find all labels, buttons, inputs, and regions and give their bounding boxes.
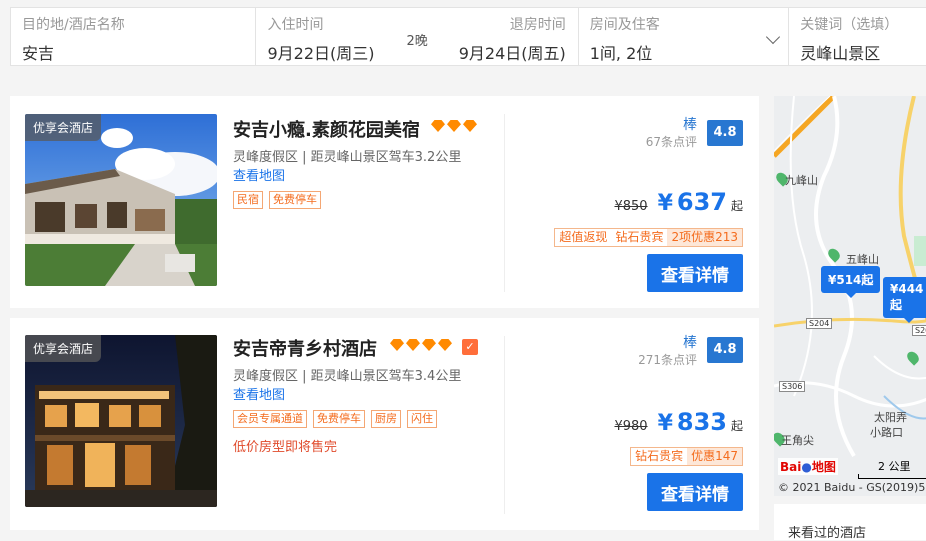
promo-tag: 超值返现 <box>559 230 608 244</box>
hotel-name[interactable]: 安吉帝青乡村酒店 <box>233 335 377 361</box>
hotel-tags: 会员专属通道 免费停车 厨房 闪住 <box>233 410 437 428</box>
hotel-tag: 厨房 <box>371 410 401 428</box>
checkout-value[interactable]: 9月24日(周五) <box>459 44 566 64</box>
hotel-location: 灵峰度假区 | 距灵峰山景区驾车3.4公里 <box>233 369 462 384</box>
review-count[interactable]: 271条点评 <box>638 351 697 368</box>
score-word: 棒 <box>683 117 697 133</box>
divider <box>504 114 505 292</box>
price-suffix: 起 <box>730 199 743 213</box>
diamond-icon <box>422 339 436 351</box>
destination-field[interactable]: 目的地/酒店名称 安吉 <box>11 8 257 65</box>
diamond-icon <box>390 339 404 351</box>
low-stock-notice: 低价房型即将售完 <box>233 440 338 455</box>
viewed-hotels-title: 来看过的酒店 <box>788 526 867 541</box>
diamond-icon <box>406 339 420 351</box>
price: 637 <box>676 188 727 216</box>
price-pin[interactable]: ¥514起 <box>821 266 881 298</box>
diamond-rating <box>431 120 477 132</box>
logo-text: 地图 <box>811 460 836 474</box>
map-scale-bar <box>858 474 926 479</box>
checkout-group[interactable]: 退房时间 9月24日(周五) <box>459 17 566 64</box>
price-suffix: 起 <box>730 419 743 433</box>
keyword-value[interactable]: 灵峰山景区 <box>800 44 926 64</box>
hotel-tags: 民宿 免费停车 <box>233 191 321 209</box>
hotel-list: 优享会酒店 安吉小瘾.素颜花园美宿 灵峰度假区 | 距灵峰山景区驾车3.2公里 … <box>10 96 759 540</box>
score-badge: 4.8 <box>707 337 743 363</box>
nights-count: 2晚 <box>406 34 428 49</box>
score-badge: 4.8 <box>707 120 743 146</box>
destination-value[interactable]: 安吉 <box>22 44 244 64</box>
promo-tag: 钻石贵宾 <box>635 449 684 463</box>
member-hotel-tag: 优享会酒店 <box>25 114 102 141</box>
keyword-field[interactable]: 关键词（选填） 灵峰山景区 <box>789 8 926 65</box>
viewed-hotels-panel: 来看过的酒店 <box>774 504 926 541</box>
search-bar: 目的地/酒店名称 安吉 入住时间 9月22日(周三) 2晚 退房时间 9月24日… <box>10 7 926 66</box>
diamond-icon <box>431 120 445 132</box>
room-guest-field[interactable]: 房间及住客 1间, 2位 <box>579 8 790 65</box>
hotel-photo[interactable]: 优享会酒店 <box>25 335 217 507</box>
hotel-tag: 会员专属通道 <box>233 410 307 428</box>
hotel-tag: 民宿 <box>233 191 263 209</box>
divider <box>504 336 505 514</box>
score-word: 棒 <box>683 335 697 351</box>
currency-symbol: ¥ <box>657 191 673 216</box>
map-panel[interactable]: 九峰山 五峰山 太阳弄 小路口 王角尖 S204 S306 S204 ¥514起… <box>774 96 926 496</box>
map-label: 小路口 <box>870 426 903 439</box>
logo-text: Bai <box>780 460 802 474</box>
view-map-link[interactable]: 查看地图 <box>233 384 285 403</box>
hotel-tag: 免费停车 <box>313 410 365 428</box>
hotel-tag: 免费停车 <box>269 191 321 209</box>
original-price: ¥850 <box>614 199 648 214</box>
hotel-name[interactable]: 安吉小瘾.素颜花园美宿 <box>233 116 420 142</box>
road-number-tag: S306 <box>779 381 806 392</box>
promo-tags: 钻石贵宾 优惠147 <box>630 447 743 466</box>
price-pin[interactable]: ¥444起 <box>883 277 926 323</box>
room-label: 房间及住客 <box>589 17 660 33</box>
map-scale-label: 2 公里 <box>878 460 911 473</box>
date-field[interactable]: 入住时间 9月22日(周三) 2晚 退房时间 9月24日(周五) <box>256 8 579 65</box>
checkout-label: 退房时间 <box>509 17 566 33</box>
promo-tag: 2项优惠213 <box>667 229 742 246</box>
currency-symbol: ¥ <box>657 411 673 436</box>
diamond-icon <box>463 120 477 132</box>
hotel-photo[interactable]: 优享会酒店 <box>25 114 217 286</box>
diamond-icon <box>447 120 461 132</box>
member-hotel-tag: 优享会酒店 <box>25 335 102 362</box>
hotel-tag: 闪住 <box>407 410 437 428</box>
hotel-card[interactable]: 优享会酒店 安吉帝青乡村酒店 ✓ 灵峰度假区 | 距灵峰山景区驾车3.4公里 查… <box>10 318 759 530</box>
map-copyright: © 2021 Baidu - GS(2019)52 <box>778 481 926 494</box>
diamond-icon <box>438 339 452 351</box>
price-row: ¥850 ¥ 637 起 <box>614 188 743 216</box>
road-number-tag: S204 <box>912 325 926 336</box>
map-label: 王角尖 <box>781 434 814 447</box>
view-details-button[interactable]: 查看详情 <box>647 473 743 511</box>
baidu-map-logo: Bai●地图 <box>778 458 838 475</box>
map-label: 九峰山 <box>785 174 818 187</box>
original-price: ¥980 <box>614 419 648 434</box>
review-count[interactable]: 67条点评 <box>646 133 697 150</box>
promo-tag: 优惠147 <box>687 448 742 465</box>
room-value[interactable]: 1间, 2位 <box>590 44 778 64</box>
view-map-link[interactable]: 查看地图 <box>233 165 285 184</box>
price-row: ¥980 ¥ 833 起 <box>614 408 743 436</box>
keyword-label: 关键词（选填） <box>800 17 899 33</box>
map-label: 太阳弄 <box>874 411 907 424</box>
diamond-rating <box>390 339 452 351</box>
view-details-button[interactable]: 查看详情 <box>647 254 743 292</box>
promo-tags: 超值返现 钻石贵宾 2项优惠213 <box>554 228 743 247</box>
promo-tag: 钻石贵宾 <box>615 230 664 244</box>
thumbs-up-icon: ✓ <box>462 339 478 355</box>
road-number-tag: S204 <box>806 318 833 329</box>
price: 833 <box>676 408 727 436</box>
destination-label: 目的地/酒店名称 <box>22 17 125 33</box>
hotel-location: 灵峰度假区 | 距灵峰山景区驾车3.2公里 <box>233 150 462 165</box>
hotel-card[interactable]: 优享会酒店 安吉小瘾.素颜花园美宿 灵峰度假区 | 距灵峰山景区驾车3.2公里 … <box>10 96 759 308</box>
map-label: 五峰山 <box>846 253 879 266</box>
